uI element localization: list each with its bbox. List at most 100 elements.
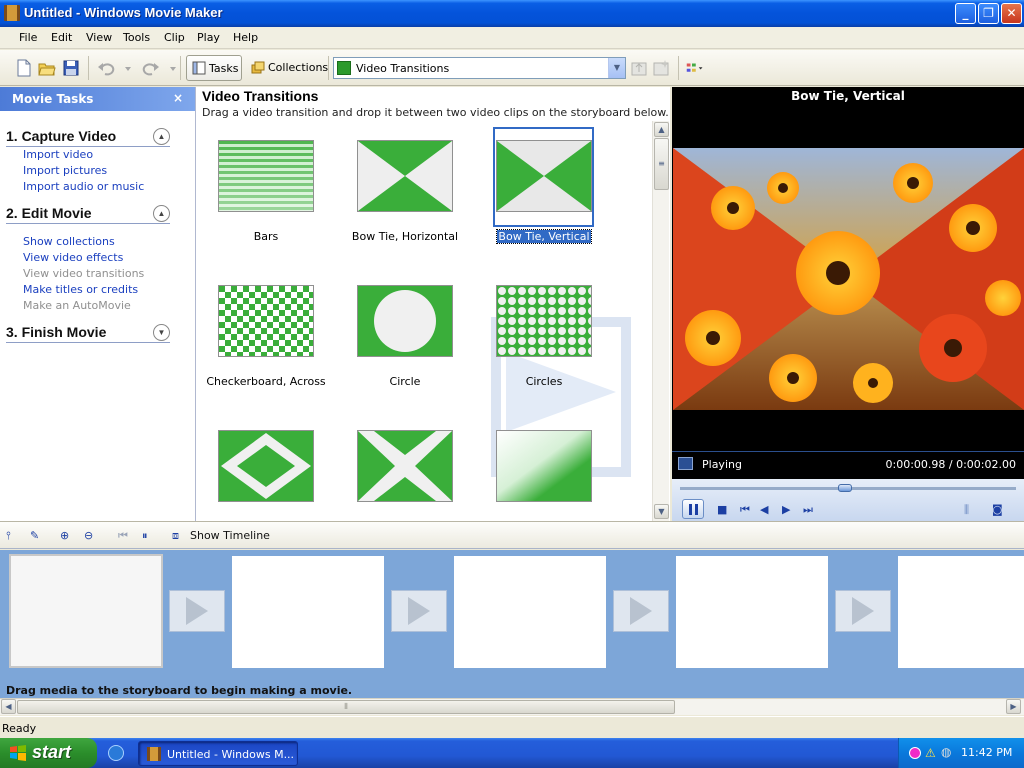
make-titles-link[interactable]: Make titles or credits [23, 283, 138, 296]
menu-help[interactable]: Help [233, 31, 258, 44]
menu-edit[interactable]: Edit [51, 31, 72, 44]
show-collections-link[interactable]: Show collections [23, 235, 115, 248]
scroll-right-icon[interactable]: ▶ [1006, 699, 1021, 714]
up-one-level-icon[interactable] [630, 59, 648, 77]
tasks-toggle-button[interactable]: Tasks [186, 55, 242, 81]
view-video-effects-link[interactable]: View video effects [23, 251, 123, 264]
back-button[interactable]: ⏮ [740, 503, 750, 517]
menu-clip[interactable]: Clip [164, 31, 185, 44]
storyboard-clip-slot[interactable] [9, 554, 163, 668]
section-capture-video[interactable]: 1. Capture Video ▲ [6, 128, 170, 147]
bars-transition-icon[interactable] [218, 140, 314, 212]
previous-frame-button[interactable]: ◀ [760, 503, 768, 516]
import-video-link[interactable]: Import video [23, 148, 93, 161]
circles-transition-icon[interactable] [496, 285, 592, 357]
play-storyboard-icon[interactable]: ⏸ [142, 529, 148, 543]
stop-button[interactable]: ■ [717, 503, 727, 516]
transition-label[interactable]: Circle [335, 375, 475, 388]
section-edit-movie[interactable]: 2. Edit Movie ▲ [6, 205, 170, 224]
undo-icon[interactable] [97, 59, 115, 77]
menu-file[interactable]: File [19, 31, 37, 44]
pause-button[interactable] [682, 499, 704, 519]
close-button[interactable]: ✕ [1001, 3, 1022, 24]
transition-slot-icon[interactable] [169, 590, 225, 632]
collections-button[interactable]: Collections [246, 55, 328, 81]
diagonal-cross-transition-icon[interactable] [357, 430, 453, 502]
new-collection-icon[interactable] [652, 59, 670, 77]
seek-thumb[interactable] [838, 484, 852, 492]
diagonal-fade-transition-icon[interactable] [496, 430, 592, 502]
bowtie-vertical-icon[interactable] [496, 140, 592, 212]
volume-tray-icon[interactable]: ◍ [941, 745, 951, 759]
close-tasks-pane-icon[interactable]: × [173, 91, 183, 105]
next-frame-button[interactable]: ▶ [782, 503, 790, 516]
section-finish-movie[interactable]: 3. Finish Movie ▼ [6, 324, 170, 343]
clock: 11:42 PM [961, 746, 1013, 759]
title-bar[interactable]: Untitled - Windows Movie Maker _ ❐ ✕ [0, 0, 1024, 27]
forward-button[interactable]: ⏭ [803, 503, 813, 517]
menu-view[interactable]: View [86, 31, 112, 44]
storyboard[interactable]: Drag media to the storyboard to begin ma… [0, 550, 1024, 698]
transition-name: Circle [389, 375, 421, 388]
timeline-view-icon[interactable]: ⧈ [172, 529, 179, 543]
movie-maker-app-icon[interactable] [4, 5, 20, 21]
narrate-timeline-icon[interactable]: ✎ [30, 529, 39, 542]
transition-label-selected[interactable]: Bow Tie, Vertical [474, 229, 614, 244]
start-button[interactable]: start [0, 738, 97, 768]
transition-label[interactable]: Circles [474, 375, 614, 388]
storyboard-clip-slot[interactable] [454, 556, 606, 668]
collapse-chevron-icon[interactable]: ▲ [153, 205, 170, 222]
storyboard-clip-slot[interactable] [898, 556, 1024, 668]
ie-quicklaunch-icon[interactable] [108, 745, 124, 761]
transition-slot-icon[interactable] [613, 590, 669, 632]
collection-vertical-scrollbar[interactable]: ▲ ≡ ▼ [652, 121, 669, 521]
take-picture-button[interactable]: ◙ [992, 503, 1003, 516]
transition-slot-icon[interactable] [835, 590, 891, 632]
transition-label[interactable]: Checkerboard, Across [196, 375, 336, 388]
save-project-icon[interactable] [62, 59, 80, 77]
playback-status-bar: Playing 0:00:00.98 / 0:00:02.00 [672, 451, 1024, 479]
scroll-down-icon[interactable]: ▼ [654, 504, 669, 519]
expand-chevron-icon[interactable]: ▼ [153, 324, 170, 341]
transition-name: Bars [253, 230, 279, 243]
storyboard-clip-slot[interactable] [676, 556, 828, 668]
circle-transition-icon[interactable] [357, 285, 453, 357]
zoom-in-icon[interactable]: ⊕ [60, 529, 69, 542]
redo-dropdown-icon[interactable] [164, 59, 176, 77]
scroll-left-icon[interactable]: ◀ [1, 699, 16, 714]
scroll-up-icon[interactable]: ▲ [654, 122, 669, 137]
rewind-storyboard-icon[interactable]: ⏮ [118, 529, 128, 543]
seek-bar[interactable] [680, 484, 1016, 492]
import-pictures-link[interactable]: Import pictures [23, 164, 107, 177]
minimize-button[interactable]: _ [955, 3, 976, 24]
security-alert-tray-icon[interactable]: ⚠ [925, 746, 936, 760]
maximize-button[interactable]: ❐ [978, 3, 999, 24]
transition-label[interactable]: Bars [196, 230, 336, 243]
chevron-down-icon[interactable]: ▼ [608, 58, 625, 78]
import-audio-link[interactable]: Import audio or music [23, 180, 144, 193]
transition-slot-icon[interactable] [391, 590, 447, 632]
scroll-thumb[interactable]: ⦀ [17, 700, 675, 714]
taskbar-app-button[interactable]: Untitled - Windows M... [138, 741, 298, 766]
new-project-icon[interactable] [15, 59, 33, 77]
storyboard-clip-slot[interactable] [232, 556, 384, 668]
bowtie-horizontal-icon[interactable] [357, 140, 453, 212]
split-clip-button[interactable]: ⫼ [964, 503, 969, 517]
collection-select[interactable]: Video Transitions ▼ [333, 57, 626, 79]
collapse-chevron-icon[interactable]: ▲ [153, 128, 170, 145]
checkerboard-icon[interactable] [218, 285, 314, 357]
open-project-icon[interactable] [38, 59, 56, 77]
undo-dropdown-icon[interactable] [119, 59, 131, 77]
scroll-thumb[interactable]: ≡ [654, 138, 669, 190]
show-timeline-button[interactable]: Show Timeline [190, 529, 270, 542]
redo-icon[interactable] [142, 59, 160, 77]
menu-tools[interactable]: Tools [123, 31, 150, 44]
zoom-out-icon[interactable]: ⊖ [84, 529, 93, 542]
storyboard-horizontal-scrollbar[interactable]: ◀ ⦀ ▶ [0, 698, 1024, 715]
views-menu-icon[interactable] [686, 59, 710, 77]
set-audio-levels-icon[interactable]: ⫯ [6, 529, 11, 543]
diamond-transition-icon[interactable] [218, 430, 314, 502]
messenger-tray-icon[interactable] [909, 747, 921, 759]
menu-play[interactable]: Play [197, 31, 220, 44]
transition-label[interactable]: Bow Tie, Horizontal [335, 230, 475, 243]
